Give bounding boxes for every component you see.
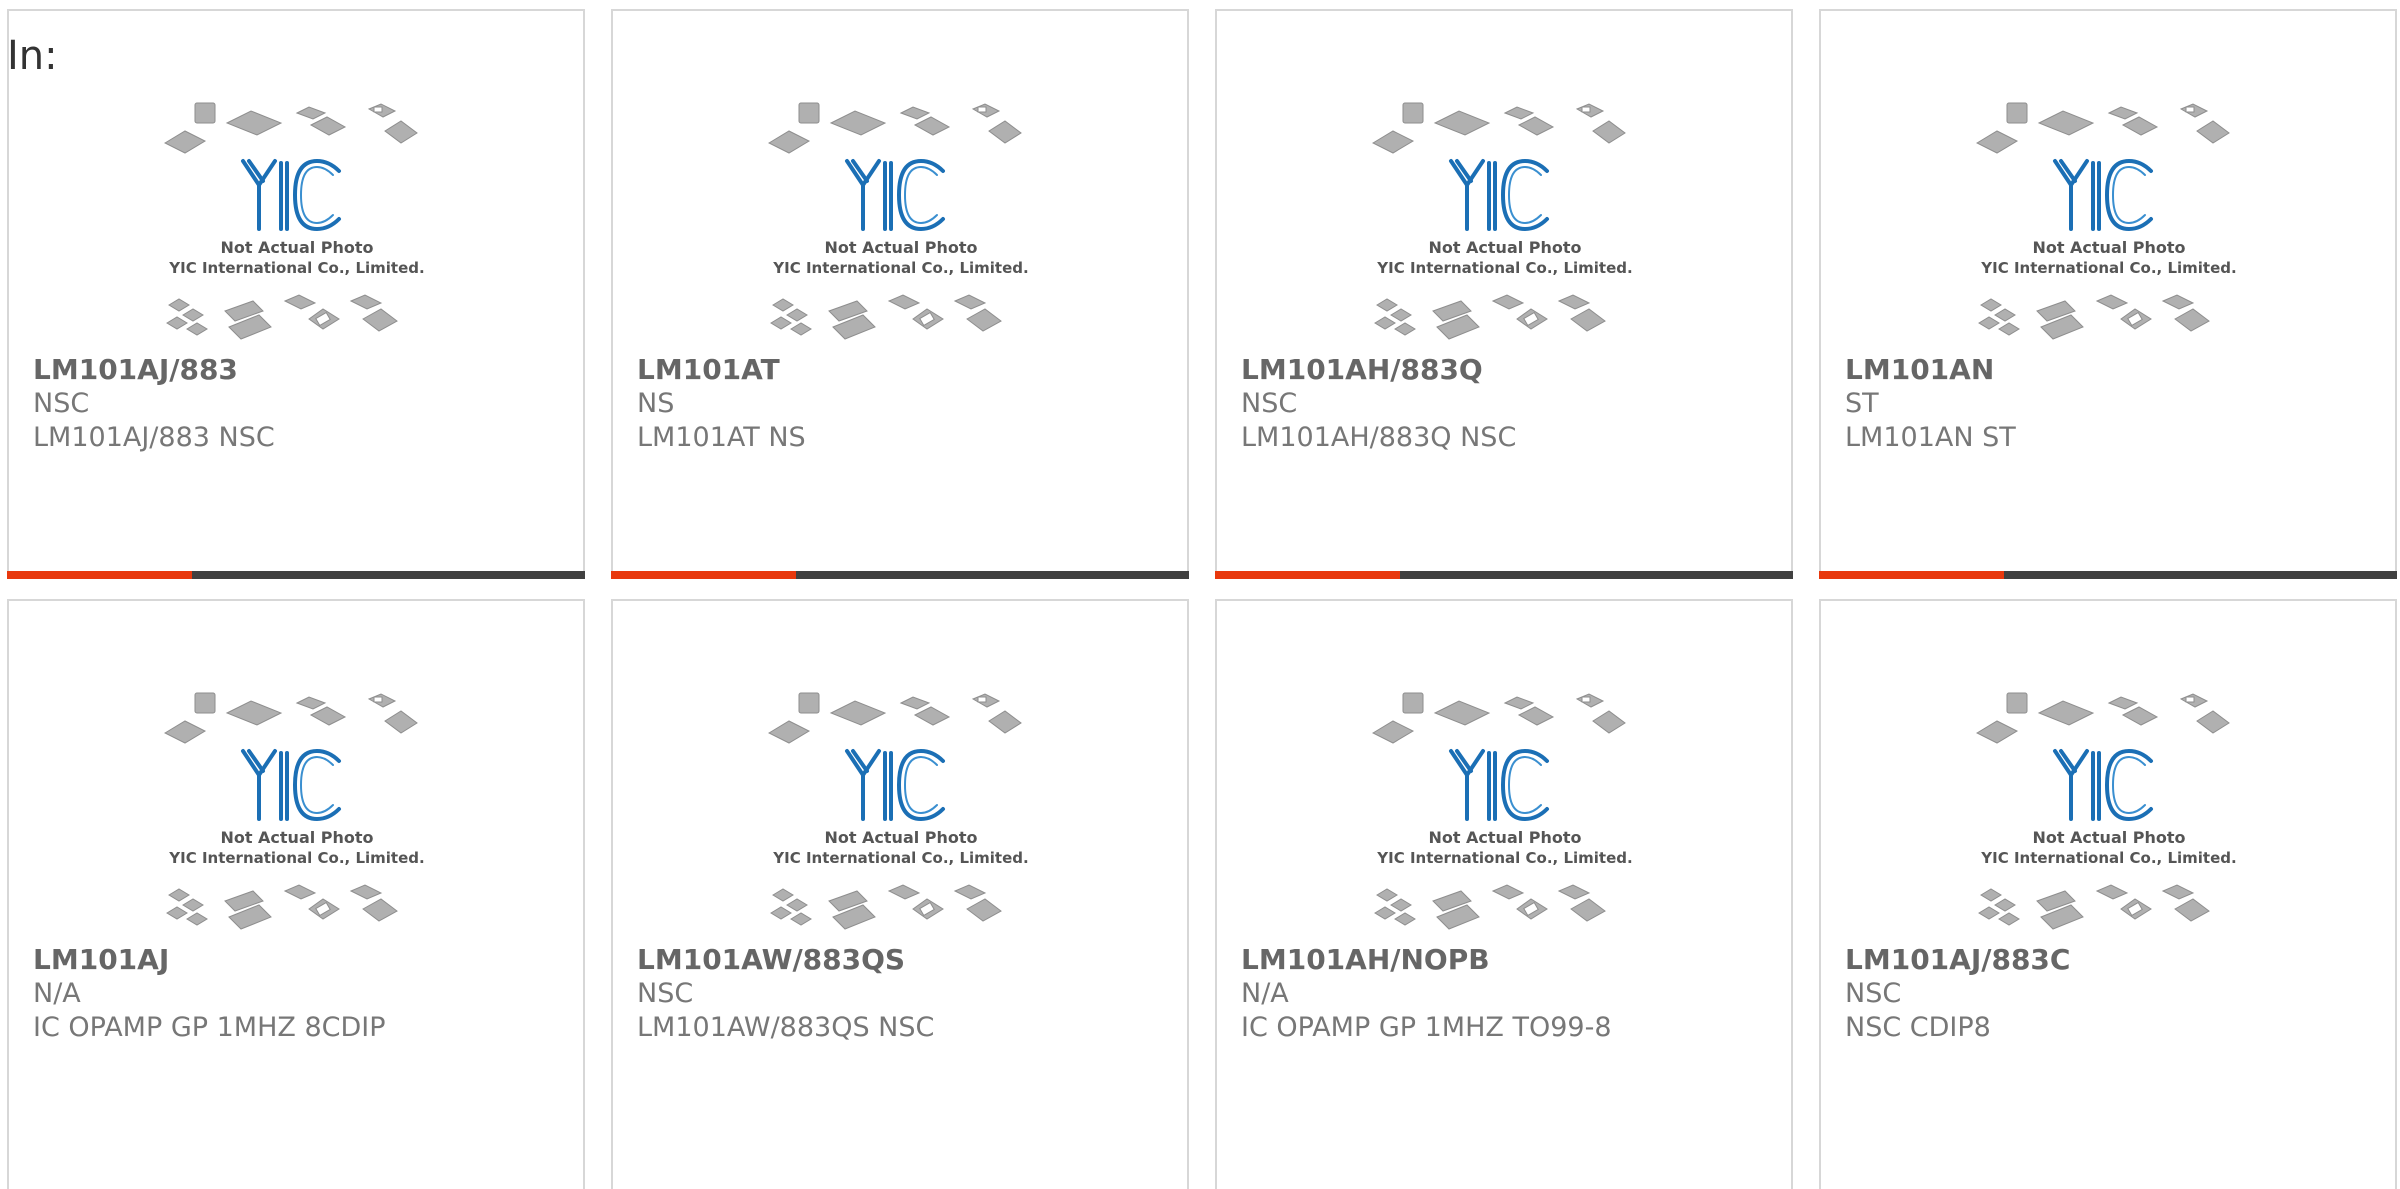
- progress-fill: [1215, 571, 1400, 579]
- product-thumbnail: Not Actual Photo YIC International Co., …: [767, 102, 1029, 340]
- placeholder-line1: Not Actual Photo: [824, 238, 977, 257]
- product-thumbnail: Not Actual Photo YIC International Co., …: [1371, 692, 1633, 930]
- product-description: NSC CDIP8: [1845, 1012, 1991, 1043]
- chip-icons-bottom: [166, 294, 398, 340]
- chip-icons-top: [767, 692, 1022, 744]
- product-description: IC OPAMP GP 1MHZ 8CDIP: [33, 1012, 386, 1043]
- chip-icons-bottom: [770, 294, 1002, 340]
- product-info: LM101AJ/883 NSC LM101AJ/883 NSC: [33, 353, 553, 455]
- placeholder-line1: Not Actual Photo: [1428, 828, 1581, 847]
- placeholder-line2: YIC International Co., Limited.: [1980, 259, 2236, 277]
- chip-icons-bottom: [1978, 884, 2210, 930]
- product-info: LM101AH/NOPB N/A IC OPAMP GP 1MHZ TO99-8: [1241, 943, 1761, 1045]
- yic-logo-icon: [241, 158, 341, 232]
- product-info: LM101AH/883Q NSC LM101AH/883Q NSC: [1241, 353, 1761, 455]
- placeholder-line2: YIC International Co., Limited.: [1980, 849, 2236, 867]
- product-brand: NSC: [637, 978, 694, 1009]
- placeholder-line1: Not Actual Photo: [1428, 238, 1581, 257]
- product-card[interactable]: Not Actual Photo YIC International Co., …: [1215, 9, 1793, 579]
- product-description: LM101AH/883Q NSC: [1241, 422, 1517, 453]
- product-thumbnail: Not Actual Photo YIC International Co., …: [1975, 102, 2237, 340]
- product-description: LM101AN ST: [1845, 422, 2016, 453]
- product-info: LM101AN ST LM101AN ST: [1845, 353, 2365, 455]
- product-part-number[interactable]: LM101AN: [1845, 353, 2365, 387]
- progress-fill: [7, 571, 192, 579]
- product-part-number[interactable]: LM101AJ/883C: [1845, 943, 2365, 977]
- placeholder-line2: YIC International Co., Limited.: [168, 849, 424, 867]
- placeholder-line1: Not Actual Photo: [2032, 238, 2185, 257]
- product-thumbnail: Not Actual Photo YIC International Co., …: [163, 102, 425, 340]
- placeholder-line1: Not Actual Photo: [2032, 828, 2185, 847]
- product-part-number[interactable]: LM101AJ: [33, 943, 553, 977]
- chip-icons-top: [163, 102, 418, 154]
- progress-bar: [7, 571, 585, 579]
- yic-logo-icon: [241, 748, 341, 822]
- yic-logo-icon: [2053, 158, 2153, 232]
- in-label: In:: [7, 33, 58, 79]
- product-card[interactable]: Not Actual Photo YIC International Co., …: [7, 599, 585, 1189]
- product-brand: ST: [1845, 388, 1879, 419]
- product-card[interactable]: Not Actual Photo YIC International Co., …: [7, 9, 585, 579]
- placeholder-line1: Not Actual Photo: [220, 828, 373, 847]
- product-card[interactable]: Not Actual Photo YIC International Co., …: [1819, 599, 2397, 1189]
- yic-logo-icon: [845, 748, 945, 822]
- product-info: LM101AJ N/A IC OPAMP GP 1MHZ 8CDIP: [33, 943, 553, 1045]
- product-brand: N/A: [33, 978, 81, 1009]
- product-description: LM101AT NS: [637, 422, 806, 453]
- placeholder-line2: YIC International Co., Limited.: [1376, 259, 1632, 277]
- placeholder-line2: YIC International Co., Limited.: [1376, 849, 1632, 867]
- product-brand: NS: [637, 388, 675, 419]
- product-thumbnail: Not Actual Photo YIC International Co., …: [767, 692, 1029, 930]
- progress-bar: [1819, 571, 2397, 579]
- placeholder-line1: Not Actual Photo: [824, 828, 977, 847]
- chip-icons-top: [163, 692, 418, 744]
- chip-icons-bottom: [1374, 884, 1606, 930]
- yic-logo-icon: [845, 158, 945, 232]
- product-part-number[interactable]: LM101AT: [637, 353, 1157, 387]
- product-card[interactable]: Not Actual Photo YIC International Co., …: [1819, 9, 2397, 579]
- product-part-number[interactable]: LM101AH/883Q: [1241, 353, 1761, 387]
- product-part-number[interactable]: LM101AJ/883: [33, 353, 553, 387]
- progress-fill: [1819, 571, 2004, 579]
- yic-logo-icon: [1449, 158, 1549, 232]
- yic-logo-icon: [2053, 748, 2153, 822]
- chip-icons-top: [1975, 692, 2230, 744]
- placeholder-line1: Not Actual Photo: [220, 238, 373, 257]
- progress-fill: [611, 571, 796, 579]
- product-brand: NSC: [1845, 978, 1902, 1009]
- product-description: IC OPAMP GP 1MHZ TO99-8: [1241, 1012, 1612, 1043]
- product-thumbnail: Not Actual Photo YIC International Co., …: [1975, 692, 2237, 930]
- product-info: LM101AJ/883C NSC NSC CDIP8: [1845, 943, 2365, 1045]
- product-thumbnail: Not Actual Photo YIC International Co., …: [1371, 102, 1633, 340]
- product-info: LM101AT NS LM101AT NS: [637, 353, 1157, 455]
- product-part-number[interactable]: LM101AH/NOPB: [1241, 943, 1761, 977]
- yic-logo-icon: [1449, 748, 1549, 822]
- chip-icons-bottom: [1374, 294, 1606, 340]
- product-description: LM101AW/883QS NSC: [637, 1012, 935, 1043]
- product-thumbnail: Not Actual Photo YIC International Co., …: [163, 692, 425, 930]
- progress-bar: [611, 571, 1189, 579]
- product-brand: NSC: [33, 388, 90, 419]
- product-card[interactable]: Not Actual Photo YIC International Co., …: [611, 9, 1189, 579]
- chip-icons-top: [1975, 102, 2230, 154]
- placeholder-line2: YIC International Co., Limited.: [168, 259, 424, 277]
- chip-icons-top: [1371, 692, 1626, 744]
- product-brand: NSC: [1241, 388, 1298, 419]
- product-brand: N/A: [1241, 978, 1289, 1009]
- chip-icons-top: [1371, 102, 1626, 154]
- chip-icons-bottom: [1978, 294, 2210, 340]
- chip-icons-top: [767, 102, 1022, 154]
- placeholder-line2: YIC International Co., Limited.: [772, 849, 1028, 867]
- chip-icons-bottom: [166, 884, 398, 930]
- product-card[interactable]: Not Actual Photo YIC International Co., …: [611, 599, 1189, 1189]
- product-info: LM101AW/883QS NSC LM101AW/883QS NSC: [637, 943, 1157, 1045]
- placeholder-line2: YIC International Co., Limited.: [772, 259, 1028, 277]
- progress-bar: [1215, 571, 1793, 579]
- product-description: LM101AJ/883 NSC: [33, 422, 275, 453]
- chip-icons-bottom: [770, 884, 1002, 930]
- product-part-number[interactable]: LM101AW/883QS: [637, 943, 1157, 977]
- product-card[interactable]: Not Actual Photo YIC International Co., …: [1215, 599, 1793, 1189]
